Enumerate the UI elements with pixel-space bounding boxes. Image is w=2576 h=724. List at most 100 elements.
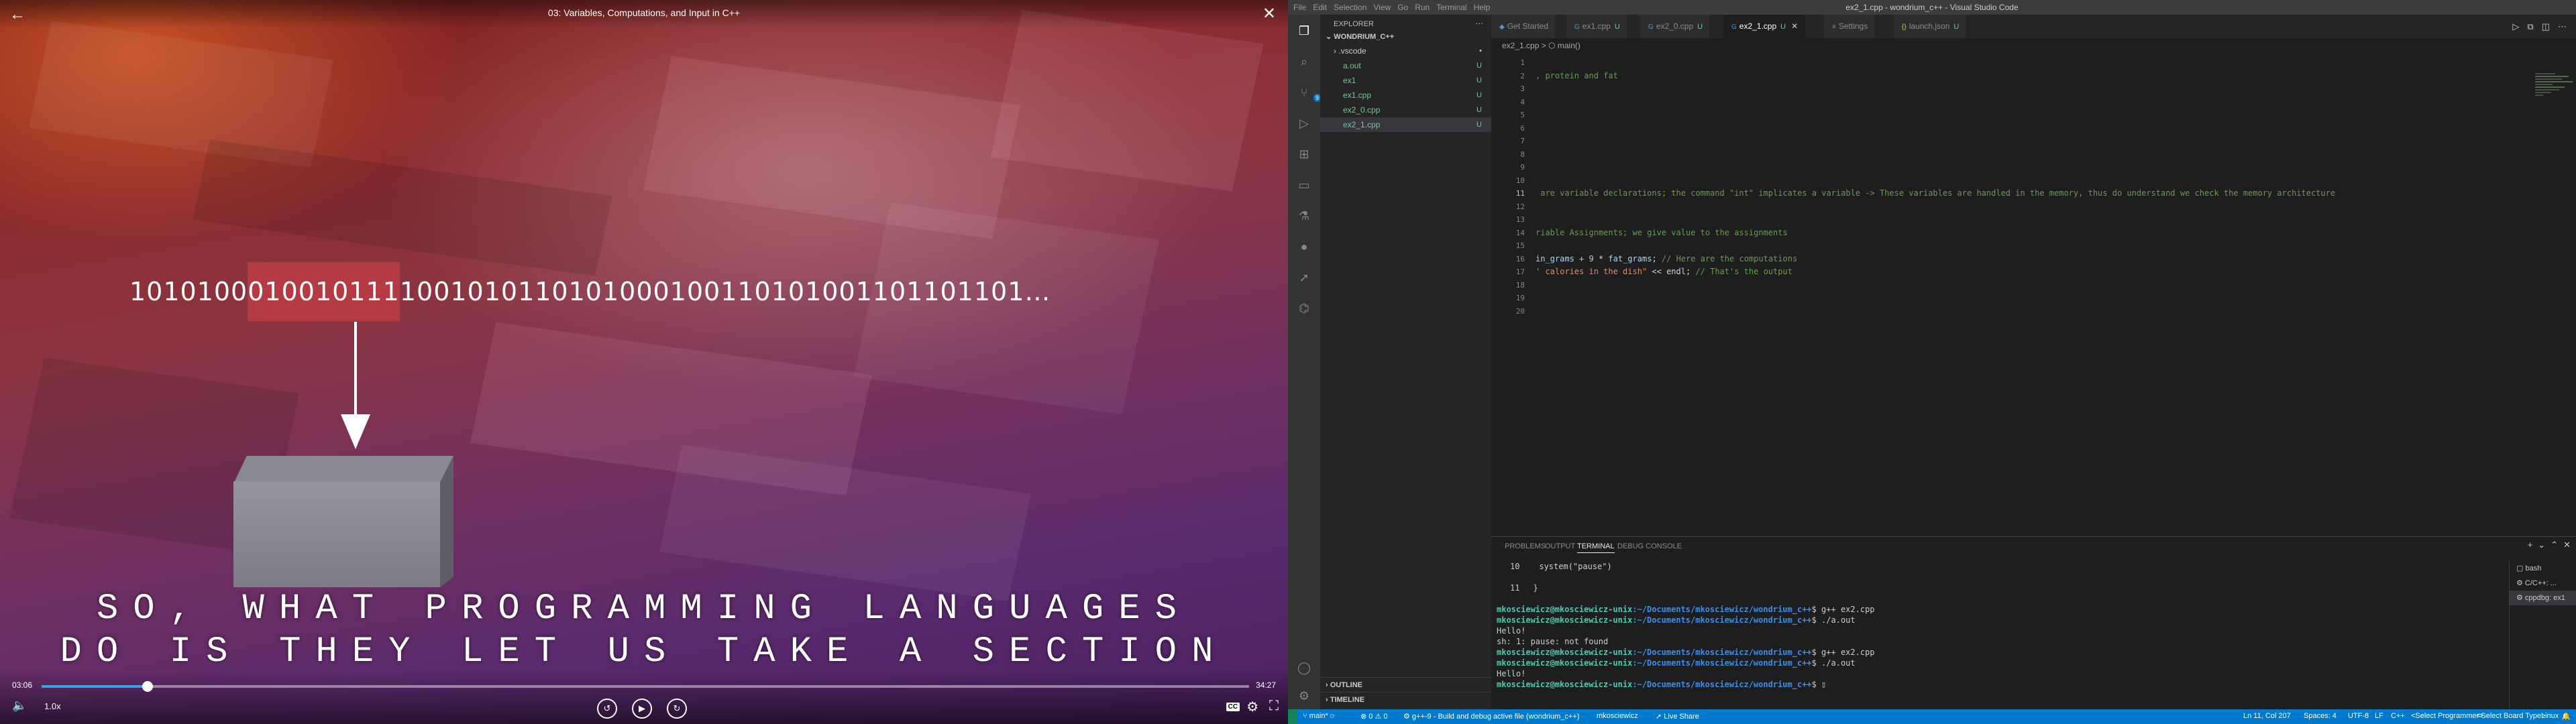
tab-settings[interactable]: ≡ Settings <box>1824 15 1876 38</box>
programmer-select[interactable]: <Select Programmer> <box>2411 712 2483 720</box>
close-tab-icon[interactable]: ✕ <box>1791 21 1798 31</box>
encoding[interactable]: UTF-8 <box>2348 712 2369 720</box>
more-actions-icon[interactable]: ⋯ <box>1475 19 1483 28</box>
tab-ex2-1-cpp[interactable]: Gex2_1.cpp U ✕ <box>1723 15 1806 38</box>
run-debug-icon[interactable]: ▷ <box>1296 115 1312 131</box>
tab-status: U <box>1614 23 1620 31</box>
background-tile <box>990 9 1264 192</box>
cursor-position[interactable]: Ln 11, Col 207 <box>2243 712 2291 720</box>
panel-tab-debug-console[interactable]: DEBUG CONSOLE <box>1617 542 1682 550</box>
file-label: ex2_1.cpp <box>1343 120 1381 129</box>
arduino-icon[interactable]: ⌬ <box>1296 300 1312 316</box>
prompt-path: :~/Documents/mkosciewicz/wondrium_c++ <box>1632 680 1812 689</box>
file-status: U <box>1477 62 1482 70</box>
seek-bar[interactable] <box>42 681 1249 692</box>
terminal-item-bash[interactable]: ▢ bash <box>2510 561 2576 576</box>
panel-tab-output[interactable]: OUTPUT <box>1545 542 1575 550</box>
account-icon[interactable]: ◯ <box>1296 660 1312 676</box>
close-icon[interactable]: ✕ <box>1263 4 1276 23</box>
file-item-ex1[interactable]: ex1 U <box>1320 73 1491 88</box>
prompt-user: mkosciewicz@mkosciewicz-unix <box>1497 605 1633 614</box>
file-item-vscode[interactable]: › .vscode • <box>1320 44 1491 58</box>
testing-icon[interactable]: ⚗ <box>1296 208 1312 224</box>
breadcrumb[interactable]: ex2_1.cpp > ⬡ main() <box>1491 38 1580 53</box>
extensions-icon[interactable]: ⊞ <box>1296 146 1312 162</box>
file-status: U <box>1477 121 1482 129</box>
workspace-folder[interactable]: ⌄ WONDRIUM_C++ <box>1326 32 1394 41</box>
github-icon[interactable]: ● <box>1296 239 1312 255</box>
outline-section[interactable]: › OUTLINE <box>1320 677 1491 692</box>
tab-status: U <box>1780 23 1786 31</box>
more-actions-icon[interactable]: ⋯ <box>2558 21 2567 32</box>
remote-explorer-icon[interactable]: ▭ <box>1296 177 1312 193</box>
notifications-icon[interactable]: 🔔 <box>2561 712 2571 721</box>
term-snippet-line: 11} <box>1497 583 2530 593</box>
terminal-item-cpp[interactable]: ⚙ C/C++: ... <box>2510 576 2576 591</box>
panel-tab-problems[interactable]: PROBLEMS <box>1505 542 1546 550</box>
code-line: in_grams + 9 * fat_grams; // Here are th… <box>1536 253 1797 265</box>
rewind-10-icon[interactable]: ↺ <box>597 699 617 719</box>
split-editor-icon[interactable]: ◫ <box>2542 21 2550 32</box>
file-item-ex2-0-cpp[interactable]: ex2_0.cpp U <box>1320 103 1491 117</box>
tab-launch-json[interactable]: {} launch.json U <box>1894 15 1967 38</box>
search-icon[interactable]: ⌕ <box>1296 54 1312 70</box>
os-indicator[interactable]: Linux <box>2541 712 2559 720</box>
code-editor[interactable]: 12, protein and fat 3 4 5 6 7 8 9 10 11 are varia… <box>1491 53 2531 536</box>
new-terminal-icon[interactable]: + <box>2528 540 2533 550</box>
file-status: U <box>1477 106 1482 114</box>
close-panel-icon[interactable]: ✕ <box>2563 540 2571 550</box>
panel-tab-terminal[interactable]: TERMINAL <box>1577 542 1615 553</box>
line-ending[interactable]: LF <box>2375 712 2383 720</box>
forward-10-icon[interactable]: ↻ <box>667 699 687 719</box>
source-control-icon[interactable]: ⑂ 9 <box>1296 84 1322 102</box>
line-number: 8 <box>1520 149 1525 159</box>
tab-get-started[interactable]: ◆ Get Started <box>1491 15 1556 38</box>
run-file-icon[interactable]: ▷ <box>2512 21 2519 32</box>
remote-indicator[interactable] <box>1288 709 1297 724</box>
volume-icon[interactable]: 🔈 <box>12 699 27 713</box>
problems-indicator[interactable]: ⊗ 0 ⚠ 0 <box>1360 712 1387 721</box>
user-indicator[interactable]: mkosciewicz <box>1597 712 1638 720</box>
closed-captions-button[interactable]: CC <box>1226 703 1240 711</box>
memory-box-top <box>233 456 453 484</box>
board-select[interactable]: <Select Board Type> <box>2477 712 2546 720</box>
playback-speed-button[interactable]: 1.0x <box>44 701 61 711</box>
cpp-file-icon: G <box>1574 23 1580 31</box>
gear-icon[interactable]: ⚙ <box>1246 699 1258 715</box>
live-share-icon[interactable]: ➚ <box>1296 269 1312 286</box>
tab-ex2-0-cpp[interactable]: Gex2_0.cpp U <box>1640 15 1711 38</box>
player-controls: 03:06 34:27 🔈 1.0x ↺ ▶ ↻ CC ⚙ ⛶ <box>0 670 1288 724</box>
open-changes-icon[interactable]: ⧉ <box>2527 21 2533 32</box>
file-item-ex2-1-cpp[interactable]: ex2_1.cpp U <box>1320 117 1491 132</box>
chevron-down-icon[interactable]: ⌄ <box>2538 540 2545 550</box>
terminal-item-cppdbg[interactable]: ⚙ cppdbg: ex1 <box>2510 591 2576 605</box>
play-icon[interactable]: ▶ <box>632 699 652 719</box>
line-number: 1 <box>1520 58 1525 67</box>
code-line: riable Assignments; we give value to the… <box>1536 227 1788 239</box>
vscode-window: File Edit Selection View Go Run Terminal… <box>1288 0 2576 724</box>
timeline-section[interactable]: › TIMELINE <box>1320 692 1491 707</box>
tab-ex1-cpp[interactable]: Gex1.cpp U <box>1566 15 1627 38</box>
file-status: • <box>1479 47 1482 55</box>
json-file-icon: {} <box>1902 23 1907 31</box>
explorer-icon[interactable]: ❐ <box>1296 23 1312 39</box>
prompt-command: $ ▯ <box>1811 680 1827 689</box>
file-item-a-out[interactable]: a.out U <box>1320 58 1491 73</box>
seek-thumb[interactable] <box>142 681 154 692</box>
live-share-button[interactable]: ➚ Live Share <box>1656 712 1699 721</box>
code-token: ' calories in the dish" <box>1536 267 1648 276</box>
indentation[interactable]: Spaces: 4 <box>2304 712 2337 720</box>
minimap[interactable] <box>2531 53 2576 536</box>
file-item-ex1-cpp[interactable]: ex1.cpp U <box>1320 88 1491 103</box>
vscode-logo-icon: ◆ <box>1499 23 1505 31</box>
branch-indicator[interactable]: ⑂ main* ⟳ <box>1303 712 1334 720</box>
maximize-panel-icon[interactable]: ⌃ <box>2551 540 2558 550</box>
fullscreen-icon[interactable]: ⛶ <box>1269 699 1279 714</box>
language-mode[interactable]: C++ <box>2391 712 2405 720</box>
manage-gear-icon[interactable]: ⚙ <box>1296 688 1312 704</box>
terminal-output[interactable]: 10 system("pause") 11} mkosciewicz@mkosc… <box>1497 561 2530 690</box>
video-player[interactable]: ← 03: Variables, Computations, and Input… <box>0 0 1288 724</box>
code-token: fat_grams <box>1608 253 1652 263</box>
build-task[interactable]: ⚙ g++-9 - Build and debug active file (w… <box>1403 712 1579 721</box>
line-number: 7 <box>1520 137 1525 145</box>
